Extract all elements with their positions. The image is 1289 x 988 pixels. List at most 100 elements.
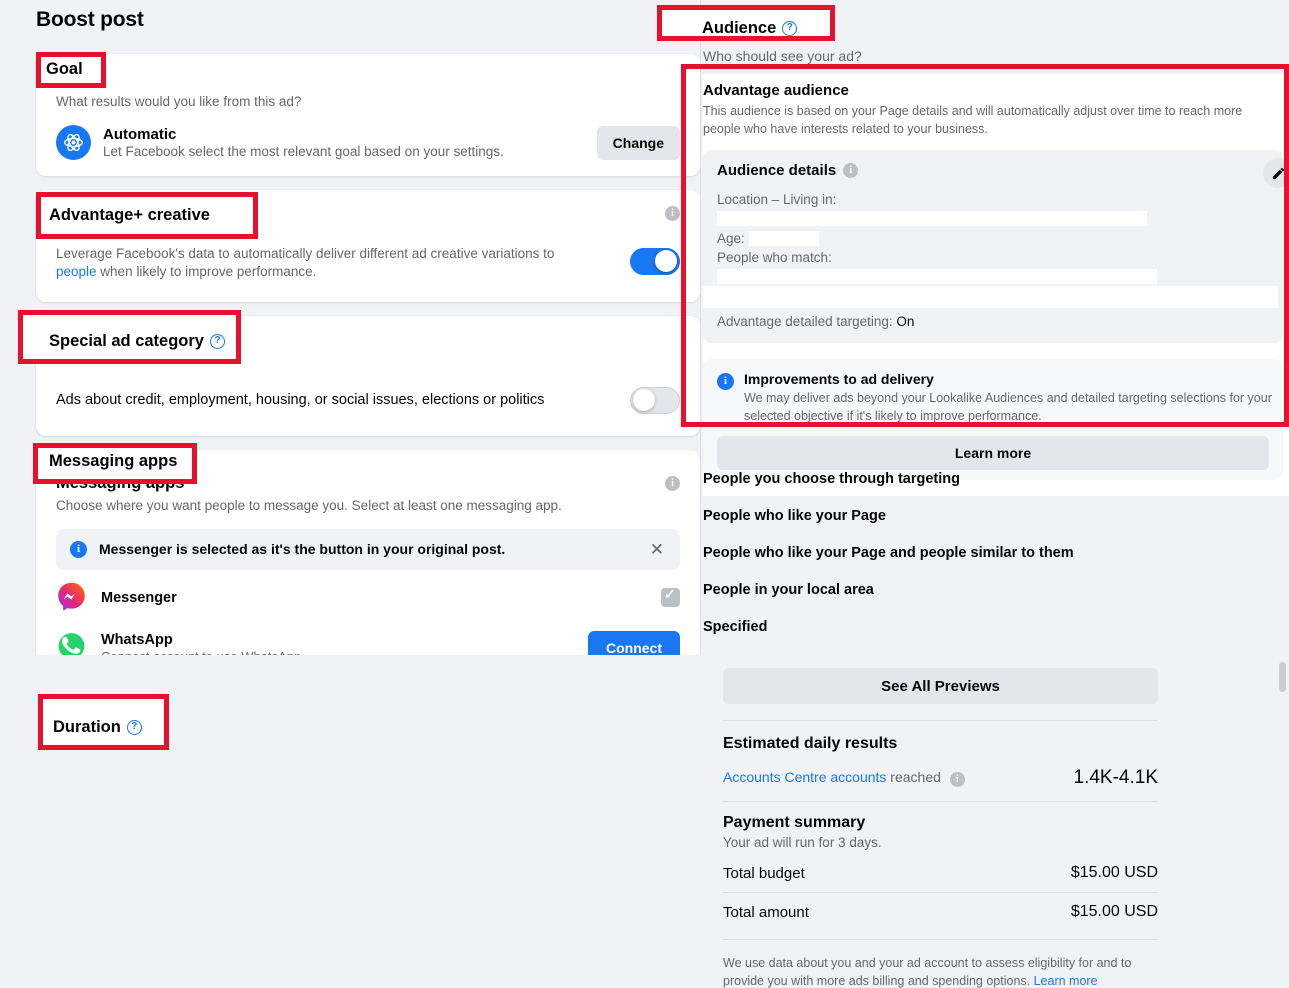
messenger-info-banner: i Messenger is selected as it's the butt… — [56, 528, 680, 570]
redacted-value — [717, 268, 1157, 284]
redacted-value — [703, 286, 1278, 309]
change-goal-button[interactable]: Change — [596, 125, 680, 160]
info-icon[interactable]: i — [949, 772, 965, 787]
advantage-audience-desc: This audience is based on your Page deta… — [703, 104, 1243, 137]
payment-summary-sub: Your ad will run for 3 days. — [723, 835, 882, 850]
reach-label: Accounts Centre accounts reached i — [723, 769, 965, 787]
messaging-apps-card: i Messaging apps Choose where you want p… — [36, 449, 700, 683]
estimated-daily-results-heading: Estimated daily results — [723, 735, 898, 752]
annotation-label-messaging-apps: Messaging apps — [49, 452, 178, 470]
audience-option-2[interactable]: People who like your Page and people sim… — [703, 536, 1263, 573]
summary-row-value: $15.00 USD — [1070, 864, 1158, 881]
summary-row-total-budget: Total budget $15.00 USD — [723, 864, 1158, 882]
summary-row-total-amount: Total amount $15.00 USD — [723, 903, 1158, 921]
automatic-goal-icon — [56, 125, 91, 161]
goal-heading: Goal — [56, 70, 680, 89]
question-mark-icon[interactable]: ? — [126, 720, 142, 735]
goal-subheading: What results would you like from this ad… — [56, 94, 302, 109]
advantage-creative-desc-part2: when likely to improve performance. — [96, 264, 317, 280]
audience-option-3[interactable]: People in your local area — [703, 573, 1263, 610]
summary-row-value: $15.00 USD — [1070, 903, 1158, 920]
annotation-label-duration: Duration ? — [53, 718, 142, 737]
annotation-label-goal: Goal — [46, 60, 83, 78]
messaging-app-name: Messenger — [101, 589, 177, 606]
info-icon: i — [717, 373, 734, 391]
audience-detail-label: People who match: — [717, 249, 832, 265]
advantage-creative-desc: Leverage Facebook's data to automaticall… — [56, 245, 576, 281]
scrollbar-thumb[interactable] — [1279, 662, 1286, 692]
special-ad-category-toggle[interactable] — [630, 386, 680, 414]
question-mark-icon[interactable]: ? — [782, 21, 798, 36]
toggle-knob — [655, 250, 677, 273]
audience-subheading: Who should see your ad? — [703, 48, 862, 64]
goal-option-text: Automatic Let Facebook select the most r… — [103, 126, 585, 159]
annotation-label-text: Audience — [702, 19, 777, 37]
toggle-knob — [633, 389, 655, 412]
audience-detail-line-targeting: Advantage detailed targeting: On — [717, 312, 1269, 331]
divider — [723, 720, 1158, 721]
payment-summary-heading: Payment summary — [723, 814, 866, 831]
summary-row-label: Total budget — [723, 864, 805, 882]
messaging-app-name: WhatsApp — [101, 631, 173, 648]
summary-panel: See All Previews Estimated daily results… — [23, 655, 1289, 988]
reach-row: Accounts Centre accounts reached i 1.4K-… — [723, 767, 1158, 789]
edit-pencil-icon[interactable] — [1263, 158, 1289, 189]
audience-option-0[interactable]: People you choose through targeting — [703, 462, 1263, 499]
audience-details-box: Audience details i Location – Living in:… — [703, 150, 1289, 344]
messenger-icon — [56, 581, 87, 615]
audience-detail-line-age: Age: — [717, 229, 1269, 248]
reach-value: 1.4K-4.1K — [1073, 767, 1159, 788]
messaging-app-row-messenger[interactable]: Messenger — [56, 570, 680, 617]
fine-print: We use data about you and your ad accoun… — [723, 954, 1153, 988]
see-all-previews-button[interactable]: See All Previews — [723, 668, 1158, 704]
goal-option-desc: Let Facebook select the most relevant go… — [103, 144, 504, 160]
advantage-audience-card: Advantage audience This audience is base… — [703, 74, 1289, 497]
advantage-audience-title: Advantage audience — [703, 82, 849, 99]
page-title: Boost post — [36, 8, 144, 31]
learn-more-link[interactable]: Learn more — [1034, 974, 1098, 988]
info-icon: i — [70, 540, 87, 558]
annotation-label-special-ad-category: Special ad category ? — [49, 332, 225, 351]
summary-inner: See All Previews Estimated daily results… — [723, 655, 1183, 988]
goal-option-title: Automatic — [103, 126, 177, 144]
advantage-creative-desc-part1: Leverage Facebook's data to automaticall… — [56, 246, 555, 262]
audience-details-heading-label: Audience details — [717, 162, 837, 180]
audience-options-list: People you choose through targeting Peop… — [703, 462, 1263, 647]
audience-detail-label: Location – Living in: — [717, 192, 837, 208]
audience-details-heading: Audience details i — [717, 162, 1269, 179]
reach-suffix: reached — [886, 769, 941, 785]
question-mark-icon[interactable]: ? — [210, 334, 225, 349]
summary-row-label: Total amount — [723, 903, 809, 921]
advantage-creative-toggle[interactable] — [630, 247, 680, 275]
goal-option-row: Automatic Let Facebook select the most r… — [56, 125, 680, 161]
annotation-label-text: Duration — [53, 718, 121, 736]
goal-card: Goal What results would you like from th… — [36, 54, 700, 177]
accounts-centre-accounts-link[interactable]: Accounts Centre accounts — [723, 769, 886, 785]
audience-option-4[interactable]: Specified — [703, 610, 1263, 647]
audience-detail-label: Age: — [717, 230, 745, 246]
messenger-checkbox[interactable] — [661, 586, 680, 608]
annotation-label-audience: Audience ? — [702, 19, 798, 38]
info-icon[interactable]: i — [843, 163, 859, 179]
messaging-apps-subheading: Choose where you want people to message … — [56, 497, 562, 513]
special-ad-category-row-label: Ads about credit, employment, housing, o… — [56, 392, 545, 409]
divider — [723, 801, 1158, 802]
messenger-info-banner-text: Messenger is selected as it's the button… — [99, 541, 506, 558]
divider — [723, 892, 1158, 893]
audience-detail-line-location: Location – Living in: — [717, 190, 1269, 228]
redacted-value — [748, 230, 819, 246]
close-icon[interactable]: ✕ — [648, 541, 666, 558]
annotation-label-advantage-creative: Advantage+ creative — [49, 206, 210, 224]
divider — [723, 939, 1158, 940]
audience-detail-label: Advantage detailed targeting: — [717, 314, 893, 330]
info-icon[interactable]: i — [665, 475, 680, 491]
audience-detail-line-match: People who match: — [717, 248, 1269, 286]
redacted-value — [717, 211, 1147, 227]
boost-post-screen: Boost post Goal What results would you l… — [0, 0, 1289, 988]
people-link[interactable]: people — [56, 264, 97, 279]
improvements-desc: We may deliver ads beyond your Lookalike… — [744, 391, 1272, 424]
improvements-title: Improvements to ad delivery — [744, 371, 934, 388]
annotation-label-text: Special ad category — [49, 332, 204, 350]
audience-detail-value: On — [896, 314, 915, 330]
audience-option-1[interactable]: People who like your Page — [703, 499, 1263, 536]
